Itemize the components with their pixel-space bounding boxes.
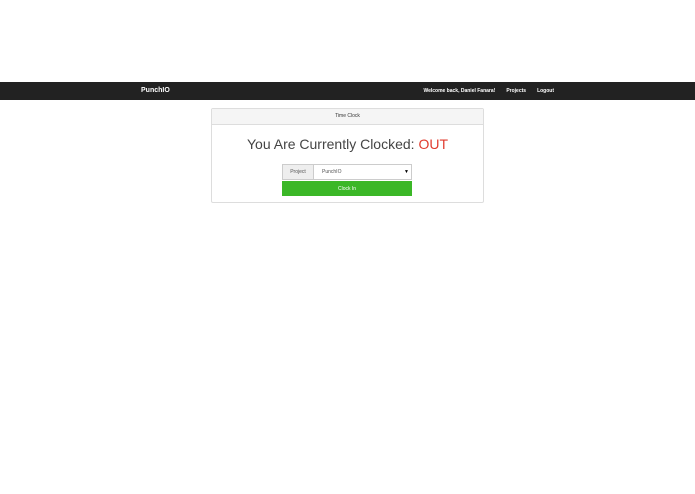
top-navbar: PunchIO Welcome back, Daniel Fanara! Pro…: [0, 82, 695, 100]
clock-status-heading: You Are Currently Clocked: OUT: [212, 136, 483, 152]
clock-status-value: OUT: [418, 136, 449, 152]
welcome-user-text: Welcome back, Daniel Fanara!: [423, 88, 496, 94]
project-input-group: Project PunchIO ▼: [282, 164, 412, 180]
navbar-right-menu: Welcome back, Daniel Fanara! Projects Lo…: [423, 82, 554, 100]
nav-link-projects[interactable]: Projects: [506, 88, 526, 94]
panel-heading: Time Clock: [212, 109, 483, 125]
time-clock-panel: Time Clock You Are Currently Clocked: OU…: [211, 108, 484, 203]
caret-down-icon: ▼: [404, 169, 409, 175]
clock-status-prefix: You Are Currently Clocked:: [246, 136, 415, 152]
project-selected-value: PunchIO: [322, 169, 342, 175]
project-select[interactable]: PunchIO ▼: [314, 165, 411, 179]
nav-link-logout[interactable]: Logout: [537, 88, 554, 94]
clock-in-button[interactable]: Clock In: [282, 181, 412, 196]
brand-link[interactable]: PunchIO: [141, 82, 170, 100]
project-label: Project: [283, 165, 314, 179]
